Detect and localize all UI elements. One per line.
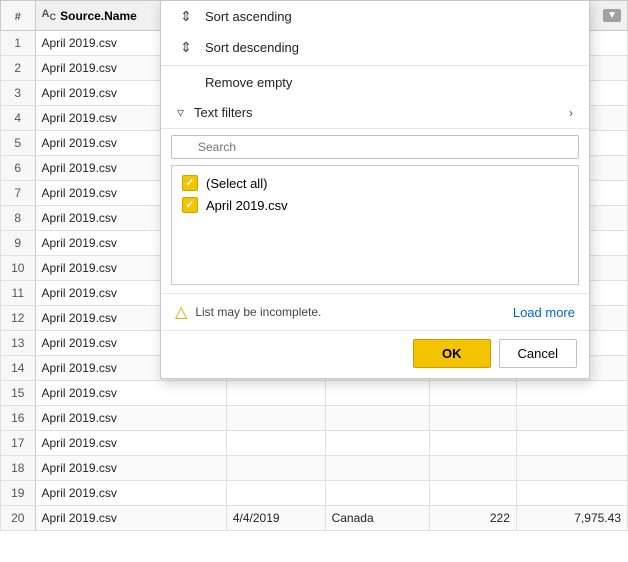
search-wrapper: 🔍 [171, 135, 579, 159]
load-more-button[interactable]: Load more [513, 305, 575, 320]
warning-left: △ List may be incomplete. [175, 302, 321, 322]
row-num-cell: 15 [1, 381, 36, 406]
text-filters-label: Text filters [194, 105, 253, 120]
sort-asc-icon: ⇕ [177, 8, 195, 25]
row-num-cell: 3 [1, 81, 36, 106]
select-all-label: (Select all) [206, 176, 267, 191]
table-row: 16 April 2019.csv [1, 406, 628, 431]
sourcename-cell: April 2019.csv [35, 506, 226, 531]
select-all-item[interactable]: ✓ (Select all) [176, 172, 574, 194]
row-num-cell: 19 [1, 481, 36, 506]
date-cell: 4/4/2019 [226, 506, 325, 531]
row-num-cell: 12 [1, 306, 36, 331]
remove-empty-item[interactable]: Remove empty [161, 68, 589, 97]
april-csv-checkbox[interactable]: ✓ [182, 197, 198, 213]
april-csv-label: April 2019.csv [206, 198, 288, 213]
country-cell: Canada [325, 506, 430, 531]
text-filters-item[interactable]: ▿ Text filters › [161, 97, 589, 128]
table-row: 15 April 2019.csv [1, 381, 628, 406]
table-row: 19 April 2019.csv [1, 481, 628, 506]
sort-descending-label: Sort descending [205, 40, 299, 55]
units-cell [430, 381, 516, 406]
row-number-header: # [1, 1, 36, 31]
row-num-cell: 7 [1, 181, 36, 206]
row-num-cell: 13 [1, 331, 36, 356]
table-row: 17 April 2019.csv [1, 431, 628, 456]
row-num-cell: 16 [1, 406, 36, 431]
search-input[interactable] [171, 135, 579, 159]
filter-dropdown-panel: ⇕ Sort ascending ⇕ Sort descending Remov… [160, 0, 590, 379]
cancel-button[interactable]: Cancel [499, 339, 577, 368]
text-filters-icon: ▿ [177, 104, 184, 121]
sourcename-cell: April 2019.csv [35, 406, 226, 431]
units-cell [430, 431, 516, 456]
date-cell [226, 431, 325, 456]
row-num-cell: 9 [1, 231, 36, 256]
country-cell [325, 431, 430, 456]
country-cell [325, 381, 430, 406]
revenue-cell [516, 456, 627, 481]
chevron-right-icon: › [569, 106, 573, 120]
sort-ascending-label: Sort ascending [205, 9, 292, 24]
sourcename-label: Source.Name [60, 9, 137, 23]
row-num-cell: 6 [1, 156, 36, 181]
select-all-checkbox[interactable]: ✓ [182, 175, 198, 191]
row-num-cell: 18 [1, 456, 36, 481]
revenue-cell: 7,975.43 [516, 506, 627, 531]
revenue-cell [516, 381, 627, 406]
sourcename-cell: April 2019.csv [35, 481, 226, 506]
sort-desc-icon: ⇕ [177, 39, 195, 56]
checkbox-list: ✓ (Select all) ✓ April 2019.csv [171, 165, 579, 285]
sourcename-cell: April 2019.csv [35, 431, 226, 456]
row-num-icon: # [15, 11, 21, 23]
table-row: 20 April 2019.csv 4/4/2019 Canada 222 7,… [1, 506, 628, 531]
row-num-cell: 10 [1, 256, 36, 281]
row-num-cell: 17 [1, 431, 36, 456]
sort-ascending-item[interactable]: ⇕ Sort ascending [161, 1, 589, 32]
units-cell: 222 [430, 506, 516, 531]
warning-text: List may be incomplete. [195, 305, 321, 319]
sourcename-type-icon: AC [42, 8, 57, 22]
row-num-cell: 4 [1, 106, 36, 131]
menu-divider-1 [161, 65, 589, 66]
date-cell [226, 481, 325, 506]
search-container: 🔍 [161, 128, 589, 165]
date-cell [226, 456, 325, 481]
units-cell [430, 406, 516, 431]
row-num-cell: 14 [1, 356, 36, 381]
date-cell [226, 381, 325, 406]
row-num-cell: 2 [1, 56, 36, 81]
row-num-cell: 5 [1, 131, 36, 156]
revenue-cell [516, 406, 627, 431]
warning-icon: △ [175, 302, 187, 322]
units-cell [430, 481, 516, 506]
revenue-dropdown-btn[interactable]: ▼ [603, 9, 621, 22]
remove-empty-label: Remove empty [205, 75, 292, 90]
row-num-cell: 1 [1, 31, 36, 56]
button-row: OK Cancel [161, 330, 589, 378]
april-csv-checkmark: ✓ [185, 200, 194, 211]
revenue-cell [516, 431, 627, 456]
sourcename-cell: April 2019.csv [35, 456, 226, 481]
row-num-cell: 11 [1, 281, 36, 306]
revenue-cell [516, 481, 627, 506]
units-cell [430, 456, 516, 481]
april-csv-item[interactable]: ✓ April 2019.csv [176, 194, 574, 216]
table-row: 18 April 2019.csv [1, 456, 628, 481]
select-all-checkmark: ✓ [185, 178, 194, 189]
country-cell [325, 456, 430, 481]
country-cell [325, 481, 430, 506]
footer-warning: △ List may be incomplete. Load more [161, 293, 589, 330]
row-num-cell: 8 [1, 206, 36, 231]
ok-button[interactable]: OK [413, 339, 491, 368]
date-cell [226, 406, 325, 431]
sourcename-cell: April 2019.csv [35, 381, 226, 406]
row-num-cell: 20 [1, 506, 36, 531]
sort-descending-item[interactable]: ⇕ Sort descending [161, 32, 589, 63]
country-cell [325, 406, 430, 431]
